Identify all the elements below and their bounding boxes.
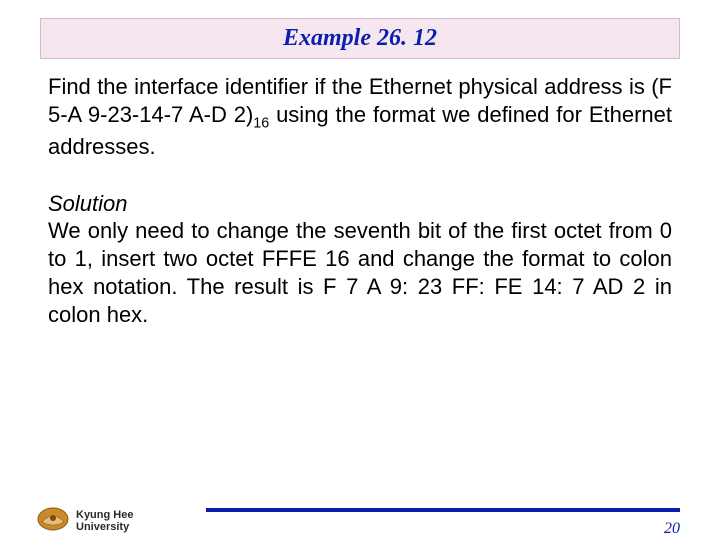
solution-paragraph: We only need to change the seventh bit o… [48,217,672,330]
university-line2: University [76,521,129,533]
problem-paragraph: Find the interface identifier if the Eth… [48,73,672,161]
slide: Example 26. 12 Find the interface identi… [0,18,720,558]
footer-divider [206,508,680,512]
slide-title: Example 26. 12 [283,25,437,51]
university-line1: Kyung Hee [76,509,133,521]
slide-body: Find the interface identifier if the Eth… [48,73,672,330]
problem-subscript: 16 [253,116,269,132]
page-number: 20 [664,520,680,538]
footer: Kyung Hee University 20 [36,488,680,538]
university-logo-icon [36,506,70,532]
solution-heading: Solution [48,191,672,217]
title-bar: Example 26. 12 [40,18,680,59]
university-name: Kyung Hee University [76,509,133,534]
